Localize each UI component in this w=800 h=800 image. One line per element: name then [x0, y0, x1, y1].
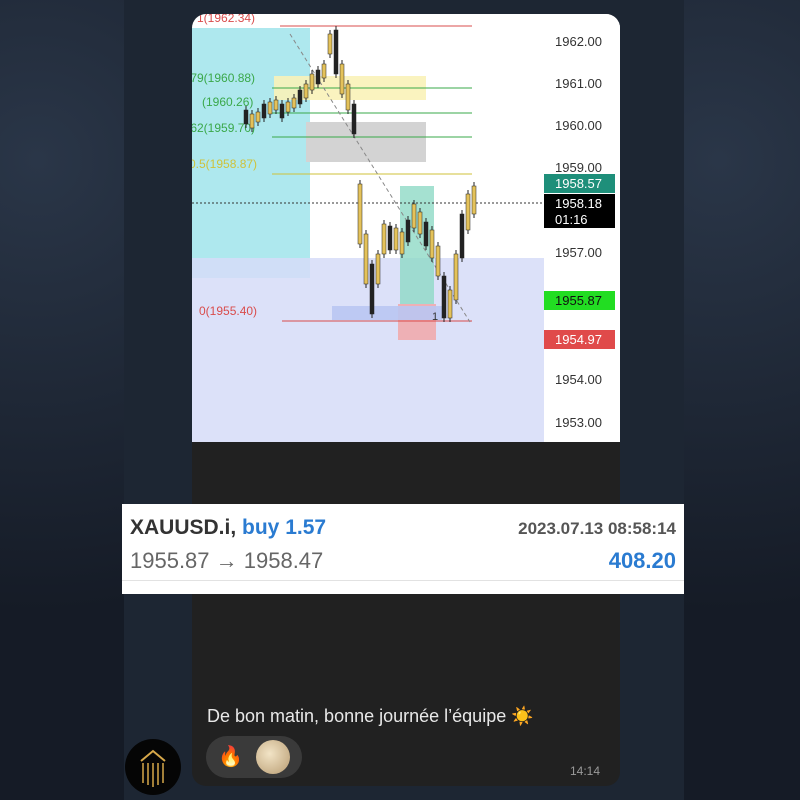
fire-reaction[interactable]: 🔥 — [218, 744, 243, 768]
candle-body — [393, 227, 399, 251]
y-tick-label: 1953.00 — [555, 415, 602, 430]
candle-body — [369, 263, 375, 315]
fib-label: .79(1960.88) — [192, 71, 255, 85]
price-tag: 1958.18 — [555, 196, 602, 211]
candle-body — [405, 219, 411, 243]
candle-body — [429, 229, 435, 259]
candle-body — [459, 213, 465, 259]
reactor-avatar — [256, 740, 290, 774]
trade-datetime: 2023.07.13 08:58:14 — [518, 519, 676, 538]
y-tick-label: 1957.00 — [555, 245, 602, 260]
position-label: 1 — [432, 311, 438, 323]
candle-body — [375, 253, 381, 285]
message-text: De bon matin, bonne journée l’équipe ☀️ — [207, 706, 534, 726]
candle-body — [465, 193, 471, 231]
candle-body — [381, 223, 387, 255]
candle-body — [417, 211, 423, 235]
y-tick-label: 1961.00 — [555, 76, 602, 91]
candle-body — [267, 101, 273, 115]
candle-body — [285, 101, 291, 113]
message-time: 14:14 — [570, 764, 601, 778]
sender-avatar[interactable] — [125, 739, 181, 795]
candle-body — [315, 69, 321, 85]
candle-body — [453, 253, 459, 301]
candle-body — [297, 89, 303, 105]
price-tag: 1954.97 — [555, 332, 602, 347]
demand-zone — [192, 258, 544, 442]
message-bubble[interactable]: 1(1962.34) .79(1960.88) (1960.26) .62(19… — [192, 14, 620, 786]
trade-divider — [122, 580, 684, 581]
logo-icon — [140, 749, 166, 787]
candle-body — [435, 245, 441, 277]
candle-body — [345, 83, 351, 111]
trade-symbol-line: XAUUSD.i, buy 1.57 — [130, 516, 326, 540]
profit-zone — [400, 186, 434, 304]
y-tick-label: 1960.00 — [555, 118, 602, 133]
candle-body — [321, 63, 327, 79]
candle-body — [399, 231, 405, 255]
entry-zone — [332, 306, 442, 320]
candle-body — [243, 109, 249, 125]
fib-label: 1(1962.34) — [197, 14, 255, 25]
candle-body — [333, 29, 339, 75]
background-left — [0, 0, 124, 800]
candle-body — [291, 97, 297, 109]
chart-svg: 1(1962.34) .79(1960.88) (1960.26) .62(19… — [192, 14, 620, 442]
price-tag: 01:16 — [555, 212, 588, 227]
candle-body — [387, 225, 393, 251]
y-tick-label: 1959.00 — [555, 160, 602, 175]
candle-body — [363, 233, 369, 285]
candle-body — [261, 103, 267, 119]
candle-body — [249, 113, 255, 129]
candle-body — [309, 73, 315, 91]
candle-body — [441, 275, 447, 319]
cyan-zone — [192, 28, 310, 278]
candle-body — [471, 185, 477, 215]
candle-body — [423, 221, 429, 247]
fib-label: 0(1955.40) — [199, 304, 257, 318]
background-right — [684, 0, 800, 800]
trade-symbol: XAUUSD.i, — [130, 516, 237, 539]
y-tick-label: 1954.00 — [555, 372, 602, 387]
candle-body — [357, 183, 363, 245]
candle-body — [327, 33, 333, 55]
candle-body — [273, 99, 279, 111]
trade-side: buy 1.57 — [242, 516, 327, 539]
price-tag: 1958.57 — [555, 176, 602, 191]
candle-body — [411, 203, 417, 229]
candle-body — [339, 63, 345, 95]
trade-card: XAUUSD.i, buy 1.57 2023.07.13 08:58:14 1… — [122, 504, 684, 594]
candle-body — [303, 83, 309, 99]
reactions-bar[interactable]: 🔥 — [206, 736, 302, 778]
candle-body — [351, 103, 357, 135]
candle-body — [255, 111, 261, 123]
price-chart[interactable]: 1(1962.34) .79(1960.88) (1960.26) .62(19… — [192, 14, 620, 442]
price-tag: 1955.87 — [555, 293, 602, 308]
trade-profit: 408.20 — [608, 548, 676, 573]
media-gap — [192, 442, 620, 506]
y-tick-label: 1962.00 — [555, 34, 602, 49]
candle-body — [447, 289, 453, 319]
fib-label: 0.5(1958.87) — [192, 157, 257, 171]
candle-body — [279, 103, 285, 119]
trade-prices: 1955.87 → 1958.47 — [130, 548, 324, 573]
